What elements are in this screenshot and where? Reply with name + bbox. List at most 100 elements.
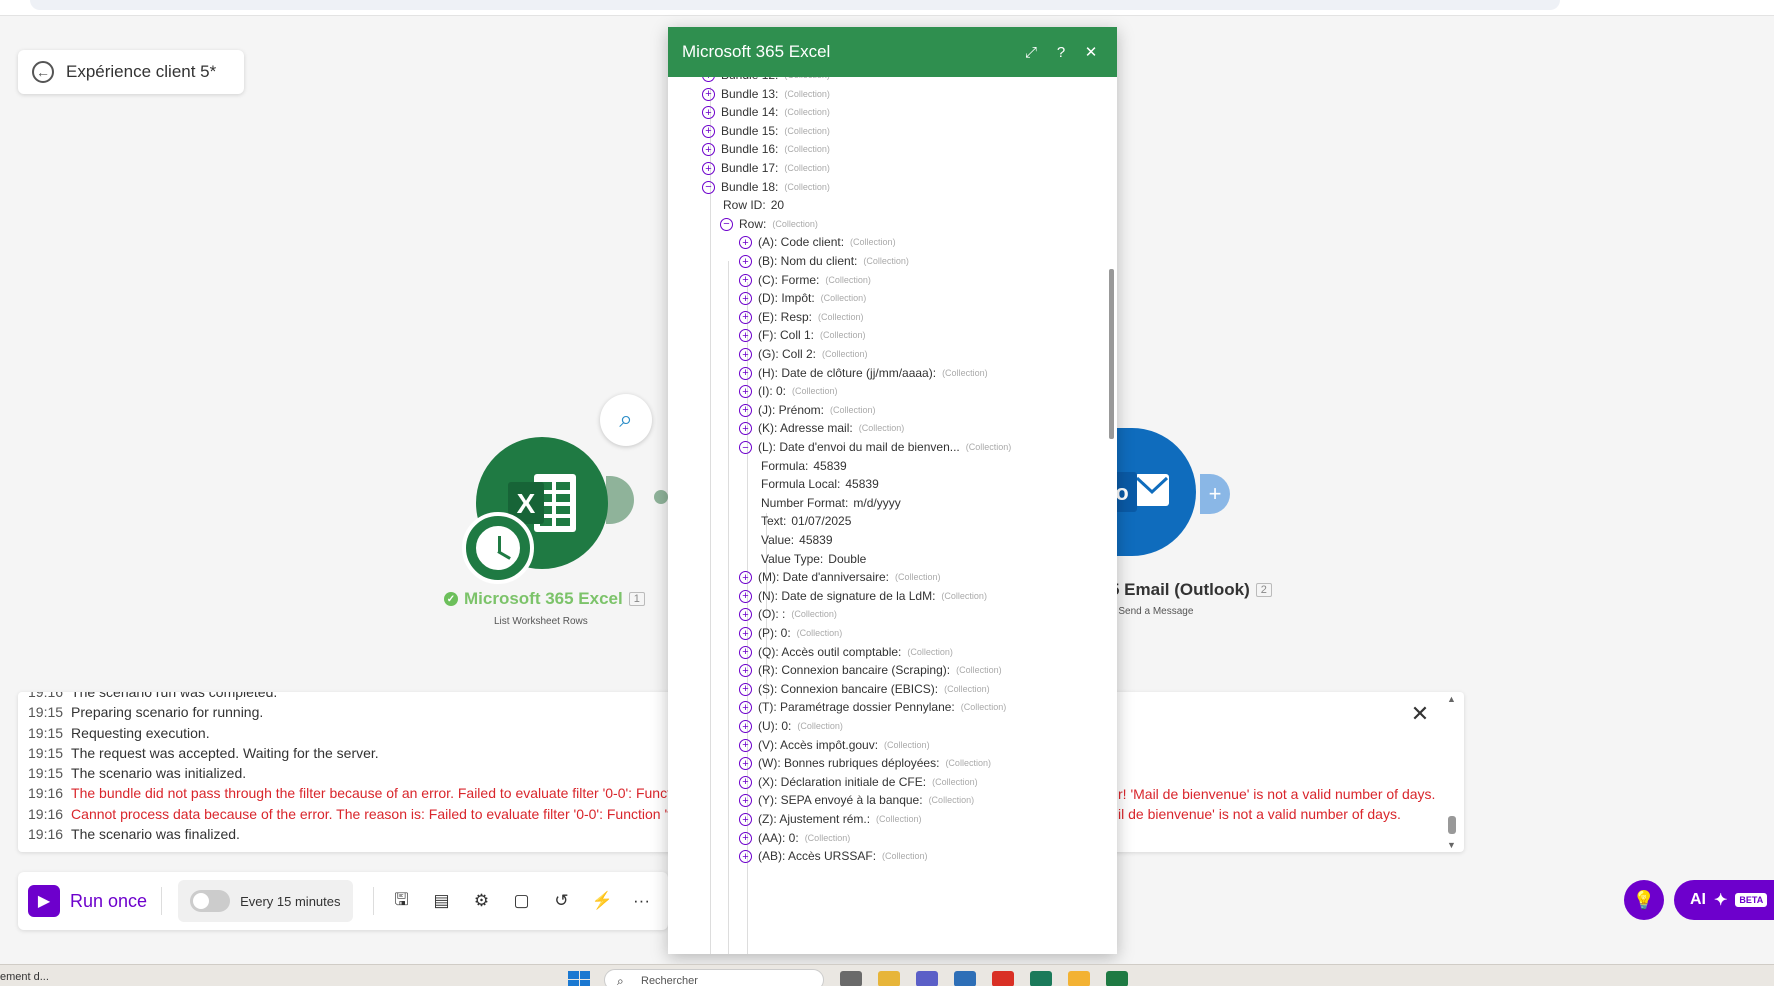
expand-icon[interactable]: + <box>702 77 715 82</box>
expand-icon[interactable]: + <box>739 813 752 826</box>
log-time: 19:15 <box>28 724 64 741</box>
expand-icon[interactable]: + <box>702 87 715 101</box>
add-module-icon[interactable]: + <box>1200 474 1230 514</box>
schedule-label: Every 15 minutes <box>240 893 341 909</box>
expand-icon[interactable]: + <box>739 794 752 808</box>
expand-icon[interactable]: + <box>739 255 752 268</box>
log-scrollbar[interactable]: ▲ ▼ <box>1446 692 1458 852</box>
tree-guide <box>728 261 729 954</box>
expand-icon[interactable]: + <box>739 608 752 622</box>
search-icon[interactable]: ⌕ <box>600 394 652 446</box>
tree-row[interactable]: + (AB): Accès URSSAF: (Collection) <box>739 846 928 867</box>
log-message: Preparing scenario for running. <box>71 704 264 721</box>
save-icon[interactable]: 🖫 <box>392 887 412 916</box>
collapse-icon[interactable]: − <box>739 441 752 454</box>
expand-icon[interactable]: + <box>739 236 752 250</box>
excel-module-label: ✓ Microsoft 365 Excel 1 <box>444 589 645 609</box>
excel-module-name: Microsoft 365 Excel <box>464 589 623 608</box>
close-log-icon[interactable]: ✕ <box>1408 701 1432 726</box>
controls-icon[interactable]: ▤ <box>432 891 452 911</box>
expand-icon[interactable]: + <box>739 403 752 417</box>
search-icon: ⌕ <box>617 974 624 986</box>
notes-app-icon[interactable] <box>1068 971 1090 986</box>
log-time: 19:15 <box>28 744 64 761</box>
undo-icon[interactable]: ↺ <box>552 891 572 911</box>
store-icon[interactable] <box>954 971 976 986</box>
expand-icon[interactable]: + <box>702 106 715 120</box>
settings-gear-icon[interactable]: ⚙ <box>472 891 492 911</box>
taskbar-search[interactable]: ⌕ Rechercher <box>604 969 824 986</box>
log-time: 19:15 <box>28 704 64 721</box>
scroll-down-icon[interactable]: ▼ <box>1447 840 1456 850</box>
ai-assistant-button[interactable]: AI ✦ BETA <box>1674 880 1774 920</box>
task-view-icon[interactable] <box>840 971 862 986</box>
expand-icon[interactable]: + <box>739 738 752 752</box>
expand-icon[interactable]: + <box>739 385 752 399</box>
expand-icon[interactable]: ⤢ <box>1019 40 1043 64</box>
windows-start-icon[interactable] <box>568 971 590 986</box>
expand-icon[interactable]: + <box>739 775 752 789</box>
expand-icon[interactable]: + <box>739 422 752 436</box>
tree-row-type: (Collection) <box>928 795 975 806</box>
expand-icon[interactable]: + <box>739 645 752 659</box>
expand-icon[interactable]: + <box>739 701 752 715</box>
run-once-label: Run once <box>70 890 148 911</box>
log-message: The scenario was initialized. <box>71 765 247 782</box>
expand-icon[interactable]: + <box>739 757 752 771</box>
expand-icon[interactable]: + <box>739 292 752 306</box>
scenario-toolbar: ▶ Run once Every 15 minutes 🖫 ▤ ⚙ ▢ ↺ ⚡ … <box>18 872 668 930</box>
collapse-icon[interactable]: − <box>720 217 733 231</box>
schedule-toggle[interactable]: Every 15 minutes <box>178 880 353 922</box>
expand-icon[interactable]: + <box>739 310 752 324</box>
dialog-scrollbar[interactable] <box>1109 269 1114 439</box>
log-time: 19:15 <box>28 765 64 782</box>
url-bar[interactable] <box>30 0 1560 10</box>
log-time: 19:16 <box>28 826 64 843</box>
ai-label: AI <box>1690 891 1706 908</box>
notes-icon[interactable]: ▢ <box>512 891 532 911</box>
chrome-icon[interactable] <box>992 971 1014 986</box>
scroll-up-icon[interactable]: ▲ <box>1447 694 1456 704</box>
close-icon[interactable]: ✕ <box>1079 40 1103 64</box>
app-icon[interactable] <box>1030 971 1052 986</box>
run-once-button[interactable]: ▶ Run once <box>28 885 163 917</box>
bundle-tree: +Bundle 12:(Collection)+Bundle 13:(Colle… <box>668 77 1117 954</box>
expand-icon[interactable]: + <box>739 850 752 864</box>
more-icon[interactable]: ··· <box>632 891 652 911</box>
excel-module-index: 1 <box>628 592 645 606</box>
expand-icon[interactable]: + <box>739 664 752 678</box>
log-time: 19:16 <box>28 692 64 700</box>
log-time: 19:16 <box>28 805 64 822</box>
lightbulb-icon[interactable]: 💡 <box>1624 880 1664 920</box>
tree-row-type: (Collection) <box>941 590 987 601</box>
expand-icon[interactable]: + <box>739 348 752 361</box>
expand-icon[interactable]: + <box>739 589 752 603</box>
expand-icon[interactable]: + <box>702 162 715 175</box>
log-message: Cannot process data because of the error… <box>71 805 679 822</box>
magic-wand-icon[interactable]: ⚡ <box>592 891 613 911</box>
teams-icon[interactable] <box>916 971 938 986</box>
expand-icon[interactable]: + <box>739 627 752 640</box>
help-icon[interactable]: ? <box>1049 40 1073 64</box>
log-message: The scenario was finalized. <box>71 826 240 843</box>
back-arrow-icon[interactable]: ← <box>32 61 54 83</box>
log-scroll-thumb[interactable] <box>1448 816 1456 834</box>
file-explorer-icon[interactable] <box>878 971 900 986</box>
excel-app-icon[interactable] <box>1106 971 1128 986</box>
collapse-icon[interactable]: − <box>702 180 715 194</box>
expand-icon[interactable]: + <box>739 273 752 287</box>
tree-row-type: (Collection) <box>942 367 988 378</box>
sparkle-icon: ✦ <box>1714 892 1728 909</box>
tree-row-type: (Collection) <box>876 814 922 824</box>
expand-icon[interactable]: + <box>739 329 752 343</box>
expand-icon[interactable]: + <box>702 124 715 138</box>
schedule-clock-icon[interactable] <box>462 512 534 584</box>
expand-icon[interactable]: + <box>739 831 752 845</box>
outlook-module-index: 2 <box>1255 583 1272 597</box>
expand-icon[interactable]: + <box>739 720 752 733</box>
expand-icon[interactable]: + <box>739 682 752 696</box>
expand-icon[interactable]: + <box>739 366 752 380</box>
expand-icon[interactable]: + <box>739 571 752 585</box>
expand-icon[interactable]: + <box>702 143 715 157</box>
toggle-switch[interactable] <box>190 890 231 912</box>
